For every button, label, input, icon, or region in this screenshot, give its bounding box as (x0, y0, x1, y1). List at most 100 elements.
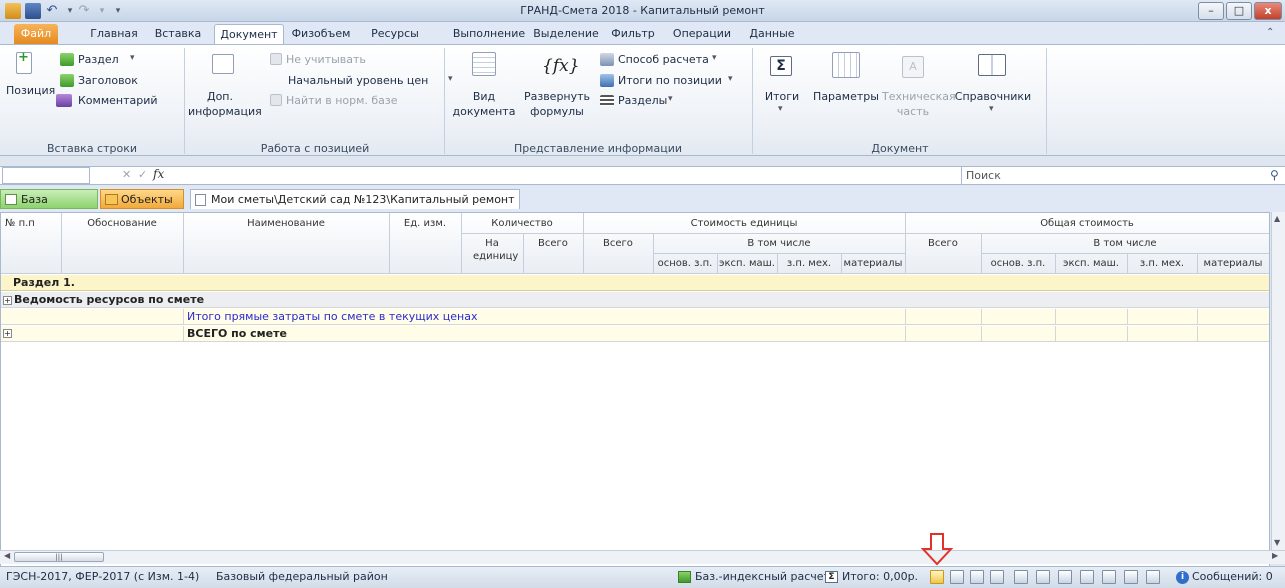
header-unit-incl[interactable]: В том числе (653, 237, 905, 250)
header-tc-machine[interactable]: эксп. маш. (1055, 257, 1127, 270)
confirm-edit-icon[interactable]: ✓ (138, 168, 147, 181)
header-quantity[interactable]: Количество (461, 217, 583, 230)
tab-execution[interactable]: Выполнение (450, 24, 528, 44)
status-norm-base[interactable]: ГЭСН-2017, ФЕР-2017 (с Изм. 1-4) (6, 566, 199, 588)
table-row-resources[interactable]: + Ведомость ресурсов по смете (1, 292, 1269, 308)
formula-icon: {fx} (542, 56, 580, 76)
mode-icon-1[interactable] (930, 570, 944, 584)
tab-resources[interactable]: Ресурсы (366, 24, 424, 44)
header-main-wage[interactable]: основ. з.п. (653, 257, 717, 270)
position-totals-icon (600, 74, 614, 87)
tab-operations[interactable]: Операции (670, 24, 734, 44)
table-row-direct-costs[interactable]: Итого прямые затраты по смете в текущих … (1, 309, 1269, 325)
insert-heading-button[interactable]: Заголовок (60, 73, 170, 89)
sections-dropdown[interactable]: Разделы ▾ (600, 93, 720, 109)
mode-icon-4[interactable] (990, 570, 1004, 584)
header-unit[interactable]: Ед. изм. (389, 217, 461, 230)
mode-icon-6[interactable] (1036, 570, 1050, 584)
scroll-right-icon[interactable]: ▶ (1272, 551, 1278, 560)
calc-method-dropdown[interactable]: Способ расчета ▾ (600, 52, 750, 68)
header-materials[interactable]: материалы (841, 257, 905, 270)
header-name[interactable]: Наименование (183, 217, 389, 230)
mode-icon-10[interactable] (1124, 570, 1138, 584)
totals-button[interactable]: Σ Итоги ▾ (760, 50, 804, 142)
header-tc-materials[interactable]: материалы (1197, 257, 1269, 270)
insert-comment-button[interactable]: Комментарий (56, 93, 174, 109)
price-level-dropdown[interactable]: Начальный уровень цен ▾ (288, 73, 458, 89)
cancel-edit-icon[interactable]: ✕ (122, 168, 131, 181)
collapse-ribbon-icon[interactable]: ⌃ (1266, 27, 1274, 38)
vertical-scrollbar[interactable] (1271, 212, 1285, 552)
heading-icon (60, 74, 74, 87)
header-qty-total[interactable]: Всего (523, 237, 583, 250)
header-basis[interactable]: Обоснование (61, 217, 183, 230)
technical-part-button: A Техническая часть (882, 50, 956, 142)
status-region[interactable]: Базовый федеральный район (216, 566, 388, 588)
scroll-left-icon[interactable]: ◀ (4, 551, 10, 560)
scroll-up-icon[interactable]: ▲ (1274, 214, 1280, 223)
position-totals-dropdown[interactable]: Итоги по позиции ▾ (600, 73, 750, 89)
tab-estimate[interactable]: Мои сметы\Детский сад №123\Капитальный р… (190, 189, 520, 226)
scroll-down-icon[interactable]: ▼ (1274, 538, 1280, 547)
status-calc-mode[interactable]: Баз.-индексный расчет (695, 566, 830, 588)
maximize-button[interactable]: □ (1226, 2, 1252, 20)
document-view-button[interactable]: Вид документа (452, 50, 516, 142)
mode-icon-7[interactable] (1058, 570, 1072, 584)
header-machine[interactable]: эксп. маш. (717, 257, 777, 270)
dropdown-icon: ▾ (728, 74, 733, 84)
parameters-button[interactable]: Параметры (812, 50, 880, 142)
horizontal-scrollbar[interactable] (0, 550, 1285, 564)
ribbon-separator (184, 48, 185, 154)
mode-icon-8[interactable] (1080, 570, 1094, 584)
insert-position-button[interactable]: + Позиция (6, 50, 55, 110)
scroll-thumb[interactable]: ||| (14, 552, 104, 562)
tab-data[interactable]: Данные (744, 24, 800, 44)
minimize-button[interactable]: – (1198, 2, 1224, 20)
extra-info-button[interactable]: Доп. информация (188, 50, 262, 142)
close-button[interactable]: x (1254, 2, 1282, 20)
tab-document[interactable]: Документ (214, 24, 284, 44)
calc-method-icon (600, 53, 614, 66)
status-messages[interactable]: Сообщений: 0 (1192, 566, 1273, 588)
formula-input[interactable] (170, 167, 956, 184)
table-row-total[interactable]: + ВСЕГО по смете (1, 326, 1269, 342)
expand-formulas-button[interactable]: {fx} Развернуть формулы (522, 50, 592, 142)
mode-icon-5[interactable] (1014, 570, 1028, 584)
ribbon-separator (752, 48, 753, 154)
mode-icon-3[interactable] (970, 570, 984, 584)
expand-icon[interactable]: + (3, 296, 12, 305)
search-input[interactable]: Поиск (961, 167, 1283, 184)
table-row-section[interactable]: Раздел 1. (1, 275, 1269, 291)
references-button[interactable]: Справочники ▾ (946, 50, 1040, 142)
document-icon (195, 194, 206, 206)
estimate-path: Мои сметы\Детский сад №123\Капитальный р… (211, 193, 515, 206)
header-tc-mech-wage[interactable]: з.п. мех. (1127, 257, 1197, 270)
tab-insert[interactable]: Вставка (152, 24, 204, 44)
header-unit-cost[interactable]: Стоимость единицы (583, 217, 905, 230)
header-tc-main-wage[interactable]: основ. з.п. (981, 257, 1055, 270)
header-tc-total[interactable]: Всего (905, 237, 981, 250)
search-icon[interactable]: ⚲ (1270, 168, 1279, 182)
header-unit-total[interactable]: Всего (583, 237, 653, 250)
header-total-cost[interactable]: Общая стоимость (905, 217, 1269, 230)
header-qty-per-unit[interactable]: На единицу (461, 237, 523, 263)
tab-home[interactable]: Главная (86, 24, 142, 44)
group-caption-presentation: Представление информации (514, 142, 682, 155)
status-total[interactable]: Итого: 0,00р. (842, 566, 918, 588)
tab-selection[interactable]: Выделение (532, 24, 600, 44)
expand-icon[interactable]: + (3, 329, 12, 338)
estimate-grid: № п.п Обоснование Наименование Ед. изм. … (0, 212, 1270, 572)
header-mech-wage[interactable]: з.п. мех. (777, 257, 841, 270)
mode-icon-2[interactable] (950, 570, 964, 584)
tab-filter[interactable]: Фильтр (606, 24, 660, 44)
mode-icon-11[interactable] (1146, 570, 1160, 584)
cell-name-box[interactable] (2, 167, 90, 184)
tab-objects[interactable]: Объекты (100, 189, 184, 209)
tab-file[interactable]: Файл (14, 24, 58, 44)
mode-icon-9[interactable] (1102, 570, 1116, 584)
header-tc-incl[interactable]: В том числе (981, 237, 1269, 250)
tab-base[interactable]: База (0, 189, 98, 209)
insert-section-button[interactable]: Раздел ▾ (60, 52, 170, 68)
header-num[interactable]: № п.п (1, 217, 61, 230)
tab-physical-volume[interactable]: Физобъем (290, 24, 352, 44)
